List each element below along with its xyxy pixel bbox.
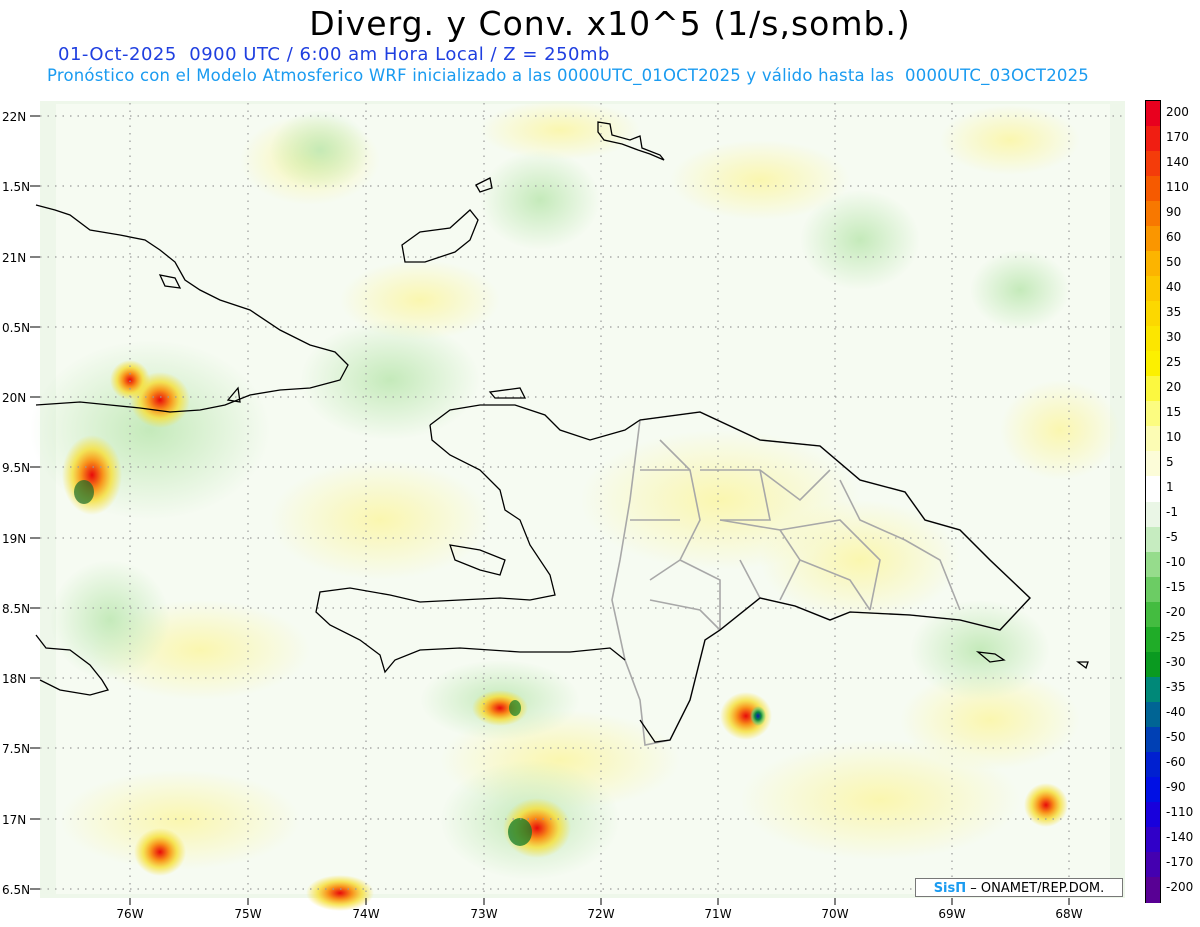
colorbar-segment [1146,276,1160,302]
colorbar-segment [1146,351,1160,377]
lon-label: 74W [352,907,379,921]
colorbar-segment [1146,651,1160,678]
colorbar-segment [1146,576,1160,603]
colorbar-label: 25 [1166,354,1182,369]
lon-label: 68W [1055,907,1082,921]
colorbar-segment [1146,501,1160,528]
colorbar-label: 40 [1166,279,1182,294]
sis-brand: SisΠ [933,881,967,896]
colorbar-label: -30 [1166,655,1186,670]
colorbar-segment [1146,226,1160,252]
credit-text: – ONAMET/REP.DOM. [970,881,1105,896]
colorbar-label: -50 [1166,730,1186,745]
colorbar-label: -140 [1166,830,1194,845]
colorbar-label: -200 [1166,880,1194,895]
colorbar-label: 50 [1166,254,1182,269]
colorbar-segment [1146,601,1160,628]
credit-box: SisΠ – ONAMET/REP.DOM. [915,878,1123,897]
colorbar-label: -40 [1166,705,1186,720]
colorbar-segment [1146,126,1160,152]
lat-label: 21N [2,251,26,265]
colorbar-segment [1146,426,1160,453]
colorbar-label: -1 [1166,505,1178,520]
colorbar-label: 5 [1166,454,1174,469]
lon-label: 71W [704,907,731,921]
latitude-labels: 22N 1.5N 21N 0.5N 20N 9.5N 19N 8.5N 18N … [2,110,30,897]
lat-label: 8.5N [2,602,30,616]
lat-label: 0.5N [2,321,30,335]
colorbar-segment [1146,551,1160,578]
colorbar-segment [1146,376,1160,402]
colorbar-segment [1146,626,1160,653]
lat-label: 9.5N [2,461,30,475]
lat-label: 22N [2,110,26,124]
colorbar-segment [1146,526,1160,553]
colorbar-label: 170 [1166,129,1189,144]
map-canvas: 22N 1.5N 21N 0.5N 20N 9.5N 19N 8.5N 18N … [2,100,1125,921]
colorbar-label: 35 [1166,304,1182,319]
colorbar-segment [1146,401,1160,427]
colorbar-label: -20 [1166,605,1186,620]
colorbar-label: -90 [1166,780,1186,795]
colorbar-label: -110 [1166,805,1194,820]
colorbar-label: 110 [1166,179,1189,194]
colorbar-segment [1146,301,1160,327]
colorbar-segment [1146,776,1160,803]
lon-label: 73W [470,907,497,921]
colorbar-label: 140 [1166,154,1189,169]
colorbar-segment [1146,151,1160,177]
colorbar-label: -25 [1166,630,1186,645]
colorbar-label: 1 [1166,479,1174,494]
colorbar [1145,100,1161,903]
colorbar-segment [1146,851,1160,878]
lon-label: 69W [938,907,965,921]
lat-label: 20N [2,391,26,405]
divergence-field [30,100,1125,911]
colorbar-segment [1146,451,1160,478]
lat-label: 6.5N [2,883,30,897]
colorbar-label: 60 [1166,229,1182,244]
colorbar-label: -170 [1166,855,1194,870]
lon-label: 75W [234,907,261,921]
colorbar-segment [1146,476,1160,503]
lon-label: 76W [116,907,143,921]
colorbar-label: 200 [1166,104,1189,119]
colorbar-label: -15 [1166,580,1186,595]
colorbar-segment [1146,101,1160,127]
colorbar-label: 30 [1166,329,1182,344]
colorbar-segment [1146,201,1160,227]
lon-label: 70W [821,907,848,921]
colorbar-label: 15 [1166,404,1182,419]
latitude-ticks [30,115,40,890]
colorbar-segment [1146,751,1160,778]
colorbar-segment [1146,726,1160,753]
colorbar-segment [1146,326,1160,352]
lat-label: 19N [2,532,26,546]
longitude-labels: 76W 75W 74W 73W 72W 71W 70W 69W 68W [116,907,1082,921]
colorbar-segment [1146,251,1160,277]
colorbar-label: -60 [1166,755,1186,770]
lat-label: 7.5N [2,742,30,756]
colorbar-segment [1146,676,1160,703]
colorbar-segment [1146,701,1160,728]
colorbar-label: -10 [1166,555,1186,570]
colorbar-segment [1146,826,1160,853]
colorbar-segment [1146,876,1160,903]
colorbar-segment [1146,176,1160,202]
lat-label: 1.5N [2,180,30,194]
longitude-ticks [129,898,1070,905]
colorbar-label: 10 [1166,429,1182,444]
lon-label: 72W [587,907,614,921]
lat-label: 18N [2,672,26,686]
lat-label: 17N [2,813,26,827]
colorbar-label: -35 [1166,680,1186,695]
colorbar-label: 90 [1166,204,1182,219]
colorbar-label: 20 [1166,379,1182,394]
colorbar-segment [1146,801,1160,828]
colorbar-label: -5 [1166,530,1178,545]
